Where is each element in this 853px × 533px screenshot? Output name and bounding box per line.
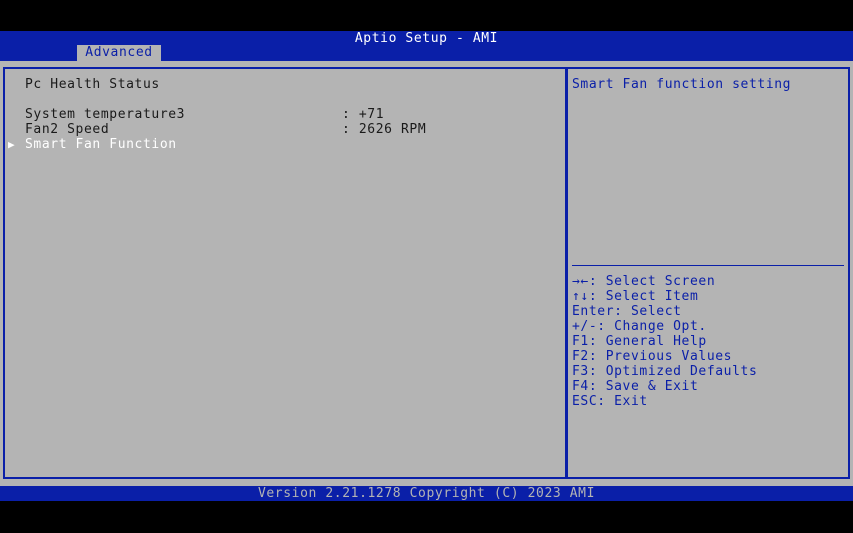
header-bar: Aptio Setup - AMI Advanced [0, 31, 853, 61]
help-divider [572, 265, 844, 266]
key-hint-esc: ESC: Exit [572, 394, 648, 409]
key-hint-select-item: ↑↓: Select Item [572, 289, 699, 304]
bottom-letterbox [0, 501, 853, 533]
section-title: Pc Health Status [25, 77, 160, 92]
top-letterbox [0, 0, 853, 31]
main-area: Pc Health Status System temperature3 : +… [0, 61, 853, 486]
fan2-speed-label: Fan2 Speed [25, 122, 110, 137]
key-hint-select-screen: →←: Select Screen [572, 274, 716, 289]
help-text: Smart Fan function setting [572, 77, 792, 92]
key-hint-f3: F3: Optimized Defaults [572, 364, 758, 379]
key-hint-f1: F1: General Help [572, 334, 707, 349]
help-panel: Smart Fan function setting →←: Select Sc… [566, 67, 850, 479]
smart-fan-function-label: Smart Fan Function [25, 137, 177, 152]
tab-advanced[interactable]: Advanced [77, 45, 161, 61]
fan2-speed-value: : 2626 RPM [342, 122, 427, 137]
key-hint-f4: F4: Save & Exit [572, 379, 699, 394]
submenu-arrow-icon: ▶ [8, 138, 16, 151]
system-temperature3-label: System temperature3 [25, 107, 186, 122]
key-hint-change-opt: +/-: Change Opt. [572, 319, 707, 334]
system-temperature3-value: : +71 [342, 107, 385, 122]
key-hint-f2: F2: Previous Values [572, 349, 733, 364]
settings-panel: Pc Health Status System temperature3 : +… [3, 67, 567, 479]
key-hint-enter: Enter: Select [572, 304, 682, 319]
version-footer: Version 2.21.1278 Copyright (C) 2023 AMI [0, 486, 853, 501]
